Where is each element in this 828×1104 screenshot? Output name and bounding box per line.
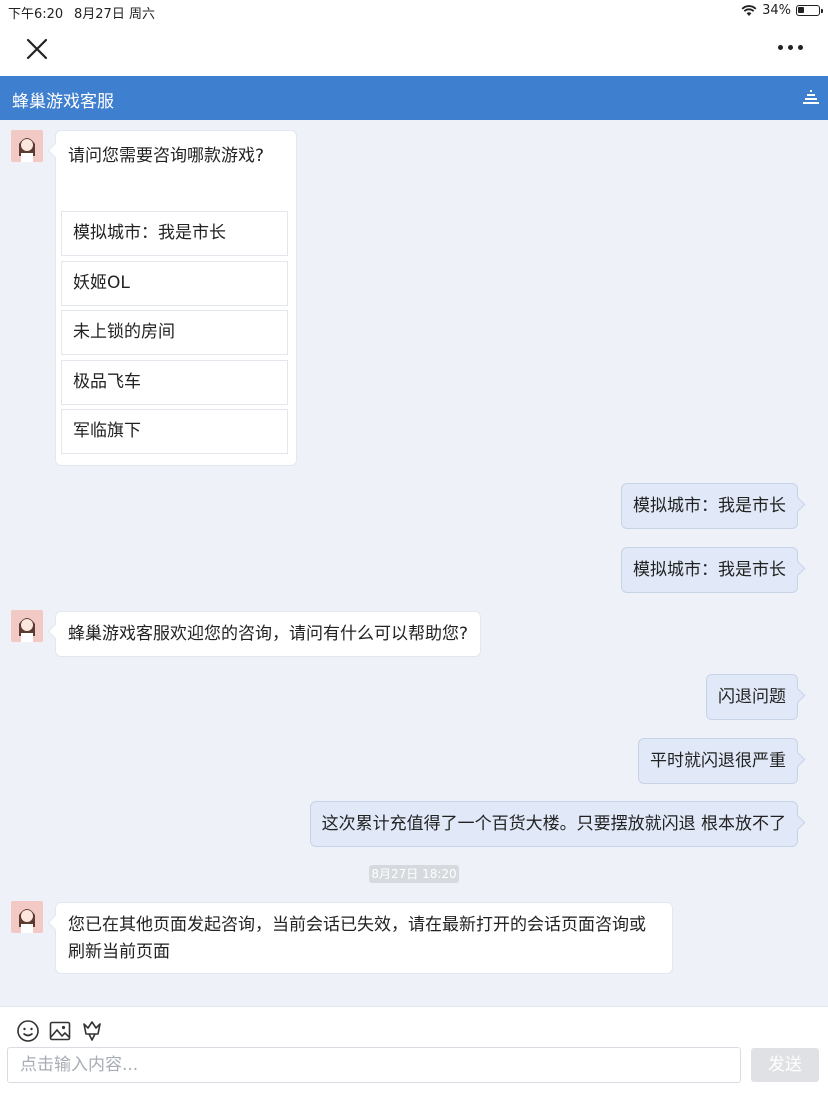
battery-percent: 34% <box>762 3 791 18</box>
image-icon[interactable] <box>48 1019 72 1043</box>
user-message: 这次累计充值得了一个百货大楼。只要摆放就闪退 根本放不了 <box>309 801 798 847</box>
user-message: 闪退问题 <box>706 674 798 720</box>
user-message: 平时就闪退很严重 <box>638 738 798 784</box>
agent-message: 蜂巢游戏客服欢迎您的咨询，请问有什么可以帮助您? <box>55 611 482 657</box>
chat-area[interactable]: 请问您需要咨询哪款游戏? 模拟城市：我是市长 妖姬OL 未上锁的房间 极品飞车 … <box>0 120 828 1006</box>
agent-message: 您已在其他页面发起咨询，当前会话已失效，请在最新打开的会话页面咨询或刷新当前页面 <box>55 902 673 974</box>
status-time: 下午6:20 <box>8 7 64 22</box>
message-timestamp: 8月27日 18:20 <box>369 865 459 883</box>
more-dot <box>798 44 803 50</box>
more-dot <box>788 44 793 50</box>
options-question: 请问您需要咨询哪款游戏? <box>68 146 265 166</box>
status-right: 34% <box>741 3 823 18</box>
battery-icon <box>796 5 823 16</box>
status-bar: 下午6:20 8月27日 周六 34% <box>0 0 828 22</box>
menu-icon[interactable] <box>802 89 820 107</box>
option-item[interactable]: 未上锁的房间 <box>61 310 288 355</box>
game-options-card: 请问您需要咨询哪款游戏? 模拟城市：我是市长 妖姬OL 未上锁的房间 极品飞车 … <box>55 130 297 466</box>
chat-header: 蜂巢游戏客服 <box>0 76 828 120</box>
agent-avatar <box>11 610 43 642</box>
send-button[interactable]: 发送 <box>751 1048 819 1082</box>
option-item[interactable]: 模拟城市：我是市长 <box>61 211 288 256</box>
input-area: 发送 <box>0 1006 828 1104</box>
battery-fill <box>798 7 804 13</box>
option-item[interactable]: 极品飞车 <box>61 360 288 405</box>
user-message: 模拟城市：我是市长 <box>621 483 798 529</box>
option-item[interactable]: 军临旗下 <box>61 409 288 454</box>
message-input[interactable] <box>7 1047 741 1083</box>
status-date: 8月27日 周六 <box>74 7 155 22</box>
user-message: 模拟城市：我是市长 <box>621 547 798 593</box>
agent-avatar <box>11 130 43 162</box>
more-icon[interactable] <box>778 40 804 54</box>
nav-bar <box>0 22 828 76</box>
more-dot <box>778 44 783 50</box>
chat-title: 蜂巢游戏客服 <box>12 92 114 112</box>
agent-avatar <box>11 901 43 933</box>
wifi-icon <box>741 4 757 16</box>
option-item[interactable]: 妖姬OL <box>61 261 288 306</box>
close-icon[interactable] <box>22 34 52 64</box>
rating-icon[interactable] <box>80 1019 104 1043</box>
emoji-icon[interactable] <box>16 1019 40 1043</box>
